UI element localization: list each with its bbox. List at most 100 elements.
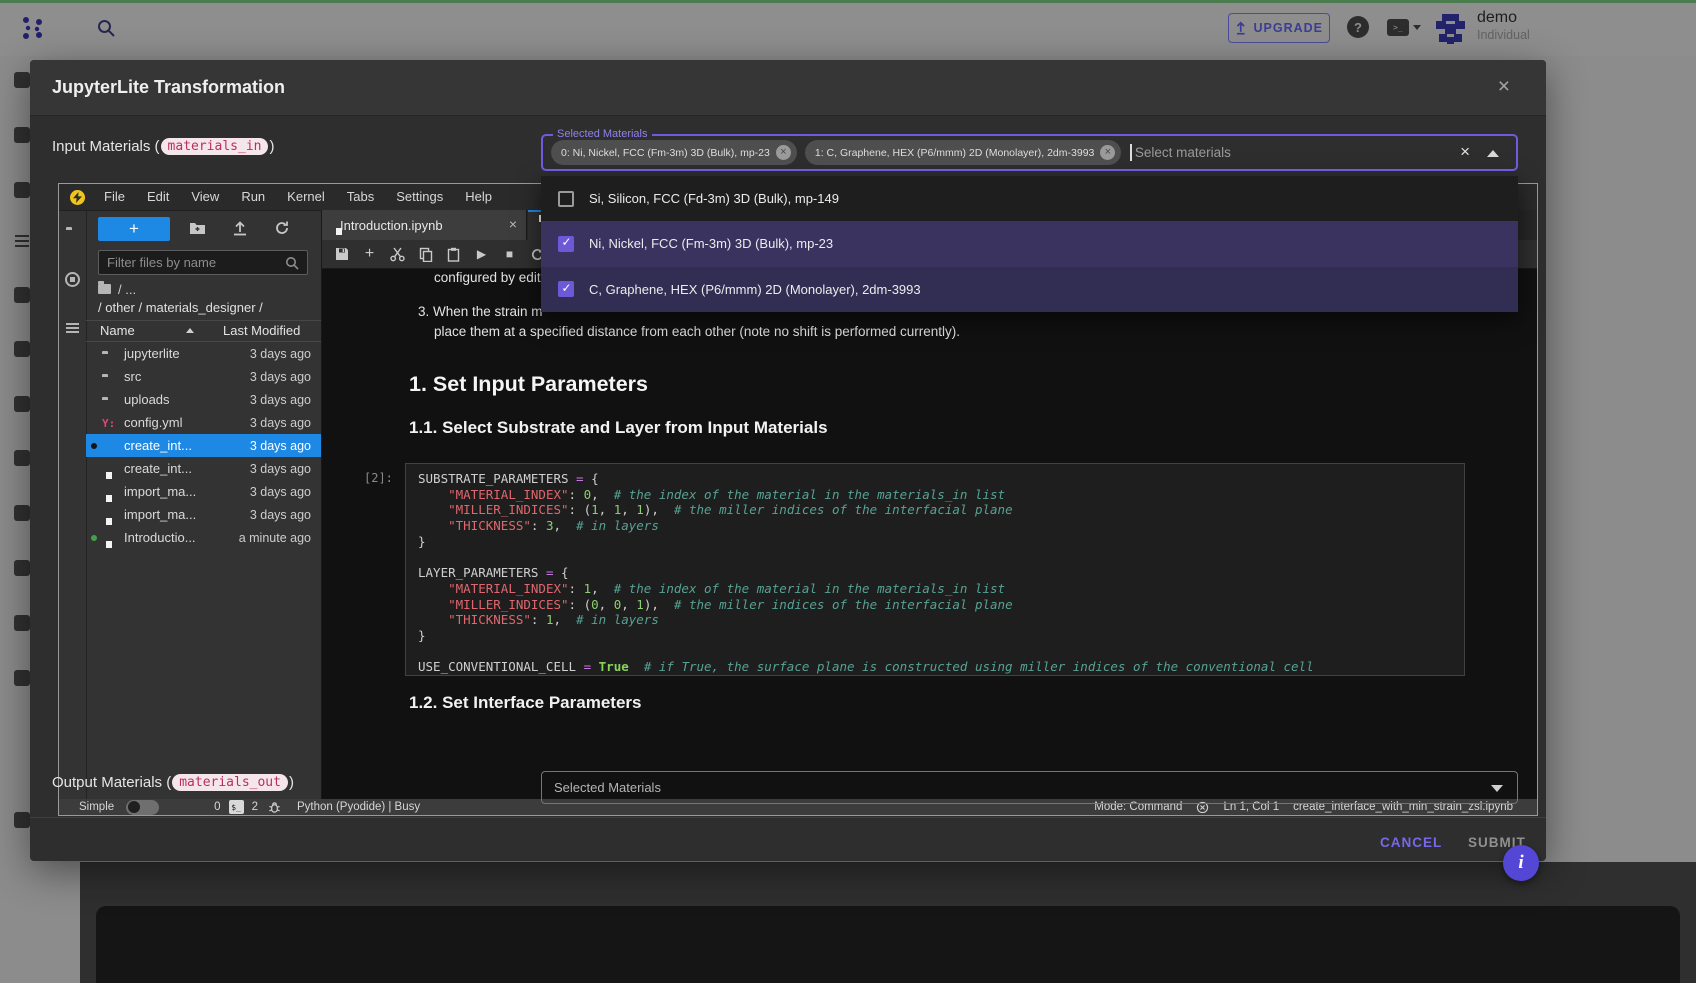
breadcrumb[interactable]: / ... [98,282,136,297]
new-launcher-button[interactable]: + [98,217,170,241]
kernels-count[interactable]: 2 [252,801,258,813]
simple-mode-label: Simple [79,801,114,813]
upload-icon[interactable] [232,220,249,237]
running-sessions-icon[interactable] [65,272,80,287]
checkbox-checked-icon[interactable] [558,236,574,252]
filter-input[interactable]: Filter files by name [98,250,308,275]
save-icon[interactable] [334,247,349,262]
dropdown-option[interactable]: Si, Silicon, FCC (Fd-3m) 3D (Bulk), mp-1… [541,176,1518,221]
select-placeholder: Select materials [1135,145,1231,160]
file-row[interactable]: jupyterlite3 days ago [86,342,321,365]
clear-icon[interactable]: × [1460,142,1470,162]
input-materials-suffix: ) [269,138,274,155]
file-row[interactable]: src3 days ago [86,365,321,388]
code-cell[interactable]: SUBSTRATE_PARAMETERS = { "MATERIAL_INDEX… [405,463,1465,676]
chip-remove-icon[interactable]: × [1100,145,1115,160]
close-icon[interactable]: × [1498,75,1510,99]
search-icon[interactable] [96,18,116,38]
file-row[interactable]: create_int...3 days ago [86,457,321,480]
menu-item-run[interactable]: Run [230,189,276,204]
file-name: import_ma... [124,507,196,522]
upload-arrow-icon [1235,21,1246,35]
copy-icon[interactable] [418,247,433,262]
checkbox-unchecked-icon[interactable] [558,191,574,207]
sidebar-icon [14,450,30,466]
stop-icon[interactable]: ■ [502,247,517,262]
chip-remove-icon[interactable]: × [776,145,791,160]
dropdown-option[interactable]: C, Graphene, HEX (P6/mmm) 2D (Monolayer)… [541,267,1518,312]
info-button[interactable] [1503,845,1539,881]
selected-material-chips: 0: Ni, Nickel, FCC (Fm-3m) 3D (Bulk), mp… [551,140,1121,165]
run-icon[interactable]: ▶ [474,247,489,262]
option-label: Si, Silicon, FCC (Fd-3m) 3D (Bulk), mp-1… [589,191,839,206]
file-name: create_int... [124,438,192,453]
upgrade-button[interactable]: UPGRADE [1228,13,1330,43]
column-header-modified[interactable]: Last Modified [223,323,300,338]
jupyter-activity-bar [59,210,87,799]
input-materials-prefix: Input Materials ( [52,138,160,155]
menu-item-settings[interactable]: Settings [385,189,454,204]
refresh-icon[interactable] [274,220,291,237]
dialog-title: JupyterLite Transformation [52,60,285,115]
material-chip[interactable]: 0: Ni, Nickel, FCC (Fm-3m) 3D (Bulk), mp… [551,140,797,165]
jupyterlite-icon [70,190,85,205]
markdown-text: 3. When the strain m [418,304,543,319]
code-line: USE_CONVENTIONAL_CELL = True # if True, … [418,659,1464,675]
file-row-selected[interactable]: create_int... 3 days ago [86,434,321,457]
materials-select-field[interactable]: Selected Materials 0: Ni, Nickel, FCC (F… [541,134,1518,171]
chevron-down-icon[interactable] [1413,25,1421,30]
dropdown-option[interactable]: Ni, Nickel, FCC (Fm-3m) 3D (Bulk), mp-23 [541,221,1518,266]
simple-mode-toggle[interactable] [126,800,159,815]
chevron-up-icon[interactable] [1487,150,1499,157]
kernel-status[interactable]: Python (Pyodide) | Busy [297,801,420,813]
code-line: } [418,628,1464,644]
option-label: C, Graphene, HEX (P6/mmm) 2D (Monolayer)… [589,282,921,297]
sidebar-icon [14,287,30,303]
kernel-status-dot [91,443,97,449]
column-header-name[interactable]: Name [100,323,135,338]
cut-icon[interactable] [390,247,405,262]
file-row[interactable]: uploads3 days ago [86,388,321,411]
terminals-count[interactable]: 0 [214,801,220,813]
new-folder-icon[interactable] [189,220,206,237]
checkbox-checked-icon[interactable] [558,281,574,297]
debugger-icon[interactable] [268,801,281,814]
menu-item-help[interactable]: Help [454,189,503,204]
file-modified: 3 days ago [201,485,311,499]
breadcrumb-path[interactable]: / other / materials_designer / [98,300,263,315]
app-logo-icon [20,15,46,41]
tab-introduction[interactable]: Introduction.ipynb × [322,210,527,240]
close-tab-icon[interactable]: × [509,216,517,232]
file-row[interactable]: import_ma...3 days ago [86,480,321,503]
markdown-text: configured by edit [434,270,541,285]
file-row[interactable]: Introductio...a minute ago [86,526,321,549]
file-modified: 3 days ago [201,462,311,476]
file-row[interactable]: import_ma...3 days ago [86,503,321,526]
file-modified: 3 days ago [201,439,311,453]
menu-item-kernel[interactable]: Kernel [276,189,336,204]
input-materials-label: Input Materials ( materials_in ) [52,138,274,155]
table-of-contents-icon[interactable] [66,322,80,334]
file-row[interactable]: Y:config.yml3 days ago [86,411,321,434]
avatar[interactable] [1432,10,1469,47]
output-select-label: Selected Materials [554,780,661,795]
help-icon[interactable]: ? [1347,16,1369,38]
cancel-button[interactable]: CANCEL [1370,826,1452,859]
code-line: "MILLER_INDICES": (1, 1, 1), # the mille… [418,502,1464,518]
menu-item-view[interactable]: View [180,189,230,204]
paste-icon[interactable] [446,247,461,262]
dialog-header: JupyterLite Transformation × [30,60,1546,116]
output-materials-select[interactable]: Selected Materials [541,771,1518,804]
terminal-icon[interactable]: >_ [1387,19,1409,36]
notebook-content[interactable]: configured by edit 3. When the strain m … [322,268,1537,799]
add-cell-icon[interactable]: + [362,247,377,262]
sidebar-icon [14,341,30,357]
code-line: SUBSTRATE_PARAMETERS = { [418,471,1464,487]
material-chip[interactable]: 1: C, Graphene, HEX (P6/mmm) 2D (Monolay… [805,140,1122,165]
menu-item-edit[interactable]: Edit [136,189,180,204]
menu-item-tabs[interactable]: Tabs [336,189,385,204]
user-name[interactable]: demo [1477,9,1530,27]
section-heading-1-1: 1.1. Select Substrate and Layer from Inp… [409,418,828,438]
code-line: } [418,534,1464,550]
menu-item-file[interactable]: File [93,189,136,204]
